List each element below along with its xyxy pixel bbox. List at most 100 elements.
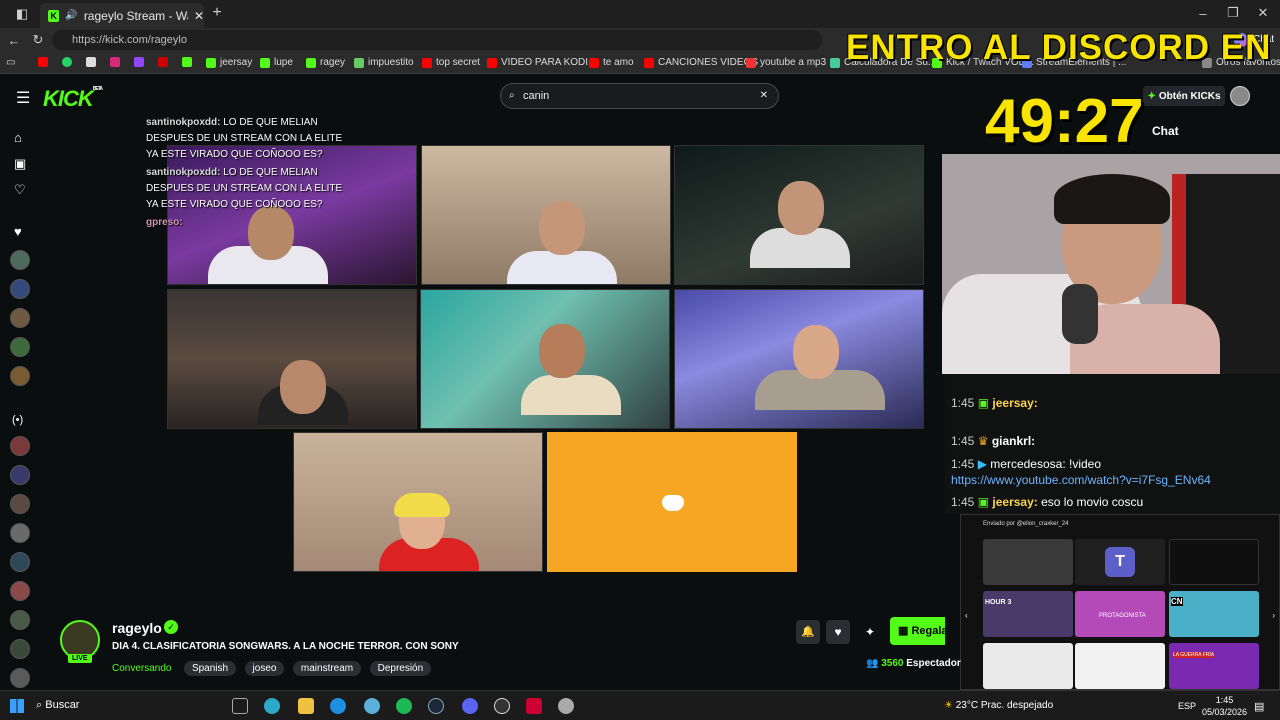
close-tab-icon[interactable]: ✕: [194, 9, 204, 23]
chat-link[interactable]: https://www.youtube.com/watch?v=i7Fsg_EN…: [951, 473, 1211, 487]
media-thumb-3[interactable]: [1169, 539, 1259, 585]
spotify-icon[interactable]: [396, 698, 412, 714]
sidebar-channel-13[interactable]: [10, 639, 30, 659]
media-thumb-protagonista[interactable]: PROTAGONISTA: [1075, 591, 1165, 637]
sidebar-channel-9[interactable]: [10, 523, 30, 543]
bookmark-video-kodi[interactable]: VIDEO PARA KODI...: [487, 57, 596, 68]
media-thumb-teams[interactable]: T: [1075, 539, 1165, 585]
edge-2-icon[interactable]: [364, 698, 380, 714]
streamer-name[interactable]: rageylo: [112, 620, 162, 636]
media-thumb-1[interactable]: [983, 539, 1073, 585]
discord-countdown-title: ENTRO AL DISCORD EN: [846, 28, 1272, 67]
chat-list: 1:45 ▣ jeersay: 1:45 ♛ giankrl: 1:45 ▶ m…: [945, 374, 1280, 514]
discord-app-icon[interactable]: [462, 698, 478, 714]
weather-widget[interactable]: ☀ 23°C Prac. despejado: [944, 700, 1053, 711]
sidebar-channel-12[interactable]: [10, 610, 30, 630]
browser-tab[interactable]: K 🔊 rageylo Stream - Watch Live o ✕: [40, 3, 204, 28]
sidebar-channel-6[interactable]: [10, 436, 30, 456]
boost-button[interactable]: ✦: [858, 620, 882, 644]
sidebar-channel-11[interactable]: [10, 581, 30, 601]
notifications-icon[interactable]: ▤: [1254, 700, 1264, 713]
tag-mainstream[interactable]: mainstream: [292, 661, 362, 676]
media-thumb-hour[interactable]: HOUR 3: [983, 591, 1073, 637]
menu-icon[interactable]: ☰: [16, 88, 30, 108]
back-icon[interactable]: ←: [6, 32, 22, 48]
bookmark-youtube-mp3[interactable]: youtube a mp3: [746, 57, 826, 68]
taskbar-search[interactable]: ⌕ Buscar: [36, 699, 79, 712]
clear-search-icon[interactable]: ✕: [760, 84, 768, 108]
clock[interactable]: 1:45 05/03/2026: [1202, 694, 1247, 718]
kick-logo[interactable]: KICKBETA: [43, 86, 103, 112]
media-thumb-blank[interactable]: [1075, 643, 1165, 689]
bookmark-kick-icon[interactable]: [182, 57, 192, 67]
url-field[interactable]: https://kick.com/rageylo: [52, 30, 822, 50]
bookmark-instagram-icon[interactable]: [110, 57, 120, 67]
bookmark-top-secret[interactable]: top secret: [422, 57, 480, 68]
bookmark-jeersay[interactable]: jeersay: [206, 57, 252, 68]
media-thumb-war[interactable]: LA GUERRA FRÍA: [1169, 643, 1259, 689]
explorer-app-icon[interactable]: [298, 698, 314, 714]
sidebar-channel-2[interactable]: [10, 279, 30, 299]
sidebar-channel-3[interactable]: [10, 308, 30, 328]
sidebar-channel-4[interactable]: [10, 337, 30, 357]
sidebar-channel-10[interactable]: [10, 552, 30, 572]
tag-spanish[interactable]: Spanish: [183, 661, 237, 676]
bookmark-red-icon[interactable]: [158, 57, 168, 67]
sidebar-channel-7[interactable]: [10, 465, 30, 485]
home-icon[interactable]: ⌂: [14, 130, 22, 145]
chat-overlay-msg: santinokpoxdd: LO DE QUE MELIAN DESPUES …: [146, 167, 343, 210]
search-input[interactable]: ⌕ canin ✕: [500, 83, 779, 109]
media-prev-icon[interactable]: ‹: [965, 611, 968, 620]
cam-tile-4: [167, 289, 417, 429]
tab-actions-icon[interactable]: ▭: [6, 57, 15, 68]
bookmark-te-amo[interactable]: te amo: [589, 57, 634, 68]
media-thumb-fish[interactable]: [983, 643, 1073, 689]
speaker-icon[interactable]: 🔊: [65, 10, 77, 21]
bookmark-canciones[interactable]: CANCIONES VIDEOS: [644, 57, 758, 68]
sidebar-channel-5[interactable]: [10, 366, 30, 386]
browser-tab-bar: ◧ K 🔊 rageylo Stream - Watch Live o ✕ + …: [0, 0, 1280, 28]
bookmark-impuestito[interactable]: impuestito: [354, 57, 414, 68]
viewer-count: 👥 3560 Espectador: [866, 658, 961, 669]
media-next-icon[interactable]: ›: [1272, 611, 1275, 620]
bookmark-ragey[interactable]: ragey: [306, 57, 345, 68]
user-avatar[interactable]: [1230, 86, 1250, 106]
close-window-icon[interactable]: ✕: [1256, 5, 1270, 20]
edge-app-icon[interactable]: [264, 698, 280, 714]
stream-title: DIA 4. CLASIFICATORIA SONGWARS. A LA NOC…: [112, 641, 459, 652]
sidebar-channel-8[interactable]: [10, 494, 30, 514]
media-thumb-cn[interactable]: CN: [1169, 591, 1259, 637]
new-tab-icon[interactable]: +: [208, 4, 226, 22]
tag-joseo[interactable]: joseo: [244, 661, 285, 676]
tag-depresion[interactable]: Depresión: [369, 661, 432, 676]
discord-icon: [662, 495, 684, 511]
follow-heart-button[interactable]: ♥: [826, 620, 850, 644]
bookmark-twitch-icon[interactable]: [134, 57, 144, 67]
language-indicator[interactable]: ESP: [1178, 701, 1196, 711]
browse-icon[interactable]: ▣: [14, 156, 26, 172]
category-link[interactable]: Conversando: [112, 663, 171, 674]
refresh-icon[interactable]: ↻: [30, 32, 46, 48]
steam-icon[interactable]: [428, 698, 444, 714]
bookmark-whatsapp-icon[interactable]: [62, 57, 72, 67]
minimize-icon[interactable]: –: [1196, 6, 1210, 21]
sidebar-channel-14[interactable]: [10, 668, 30, 688]
beta-badge: BETA: [92, 86, 103, 92]
bookmark-lupe[interactable]: lupe: [260, 57, 293, 68]
gift-sub-button[interactable]: ▦ Regala Su: [890, 617, 945, 645]
following-icon[interactable]: ♡: [14, 182, 26, 198]
chat-message: 1:45 ♛ giankrl:: [951, 434, 1036, 448]
maximize-icon[interactable]: ❐: [1226, 5, 1240, 20]
edge-active-icon[interactable]: [330, 698, 346, 714]
sidebar-toggle-icon[interactable]: ◧: [14, 6, 30, 22]
notification-bell-button[interactable]: 🔔: [796, 620, 820, 644]
get-kicks-button[interactable]: ✦ Obtén KICKs: [1143, 86, 1225, 106]
sidebar-channel-1[interactable]: [10, 250, 30, 270]
bookmark-youtube-icon[interactable]: [38, 57, 48, 67]
app-red-icon[interactable]: [526, 698, 542, 714]
start-icon[interactable]: [10, 699, 24, 713]
task-view-icon[interactable]: [232, 698, 248, 714]
app-gray-icon[interactable]: [558, 698, 574, 714]
bookmark-x-icon[interactable]: [86, 57, 96, 67]
obs-icon[interactable]: [494, 698, 510, 714]
